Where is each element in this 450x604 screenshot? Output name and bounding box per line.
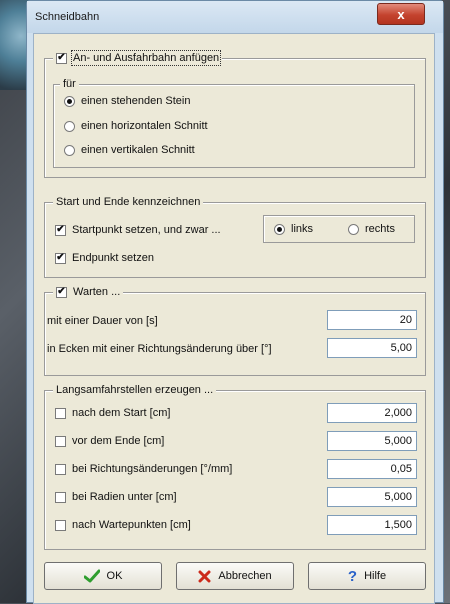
direction-radio-group: links rechts — [263, 215, 415, 243]
slow-radius-checkbox-box[interactable] — [55, 491, 66, 503]
slow-start-input[interactable]: 2,000 — [327, 403, 417, 423]
group-start-end: Start und Ende kennzeichnen ✔ Startpunkt… — [44, 196, 426, 278]
startpoint-checkbox[interactable]: ✔ Startpunkt setzen, und zwar ... — [55, 224, 221, 236]
checkmark-icon — [83, 569, 100, 583]
radio-rechts-indicator[interactable] — [348, 223, 359, 235]
wait-checkbox-label: Warten ... — [73, 286, 121, 298]
radio-horizontal-cut-indicator[interactable] — [64, 120, 75, 132]
approach-checkbox[interactable]: ✔ An- und Ausfahrbahn anfügen — [53, 50, 223, 66]
slow-label: Langsamfahrstellen erzeugen ... — [56, 384, 214, 396]
radio-standing-stone-label: einen stehenden Stein — [81, 95, 191, 107]
corner-label: in Ecken mit einer Richtungsänderung übe… — [47, 343, 272, 355]
question-mark-icon: ? — [347, 567, 358, 585]
radio-links-label: links — [291, 223, 314, 235]
help-button[interactable]: ? Hilfe — [308, 562, 426, 590]
duration-label: mit einer Dauer von [s] — [47, 315, 158, 327]
slow-legend: Langsamfahrstellen erzeugen ... — [53, 384, 217, 396]
start-end-legend: Start und Ende kennzeichnen — [53, 196, 204, 208]
radio-rechts-label: rechts — [365, 223, 395, 235]
radio-links-indicator[interactable] — [274, 223, 285, 235]
approach-checkbox-label: An- und Ausfahrbahn anfügen — [70, 50, 222, 66]
window-title: Schneidbahn — [35, 11, 100, 23]
cancel-button[interactable]: Abbrechen — [176, 562, 294, 590]
slow-start-checkbox[interactable]: nach dem Start [cm] — [55, 407, 170, 419]
duration-input[interactable]: 20 — [327, 310, 417, 330]
slow-wait-checkbox[interactable]: nach Wartepunkten [cm] — [55, 519, 191, 531]
help-button-label: Hilfe — [364, 570, 387, 582]
start-end-label: Start und Ende kennzeichnen — [56, 196, 201, 208]
corner-input[interactable]: 5,00 — [327, 338, 417, 358]
group-slow: Langsamfahrstellen erzeugen ... nach dem… — [44, 384, 426, 550]
radio-links[interactable]: links — [274, 223, 313, 235]
ok-button-label: OK — [106, 570, 123, 582]
slow-start-label: nach dem Start [cm] — [72, 407, 171, 419]
slow-radius-label: bei Radien unter [cm] — [72, 491, 177, 503]
slow-end-checkbox-box[interactable] — [55, 435, 66, 447]
radio-vertical-cut-indicator[interactable] — [64, 144, 75, 156]
corner-row: in Ecken mit einer Richtungsänderung übe… — [47, 343, 272, 355]
slow-wait-label: nach Wartepunkten [cm] — [72, 519, 191, 531]
title-bar[interactable]: Schneidbahn x — [27, 1, 443, 33]
slow-end-input[interactable]: 5,000 — [327, 431, 417, 451]
for-label-wrap: für — [60, 78, 79, 90]
close-icon: x — [397, 6, 405, 22]
dialog-body: ✔ An- und Ausfahrbahn anfügen für einen … — [33, 33, 435, 604]
ok-button[interactable]: OK — [44, 562, 162, 590]
radio-horizontal-cut-label: einen horizontalen Schnitt — [81, 120, 208, 132]
schneidbahn-dialog: Schneidbahn x ✔ An- und Ausfahrbahn anfü… — [26, 0, 444, 604]
slow-direction-input[interactable]: 0,05 — [327, 459, 417, 479]
slow-end-checkbox[interactable]: vor dem Ende [cm] — [55, 435, 164, 447]
group-wait: ✔ Warten ... mit einer Dauer von [s] 20 … — [44, 286, 426, 376]
radio-rechts[interactable]: rechts — [348, 223, 395, 235]
endpoint-checkbox-box[interactable]: ✔ — [55, 252, 66, 264]
slow-wait-input[interactable]: 1,500 — [327, 515, 417, 535]
radio-standing-stone-indicator[interactable] — [64, 95, 75, 107]
duration-row: mit einer Dauer von [s] — [47, 315, 158, 327]
approach-checkbox-box[interactable]: ✔ — [56, 52, 67, 64]
cancel-button-label: Abbrechen — [218, 570, 272, 582]
group-approach: ✔ An- und Ausfahrbahn anfügen für einen … — [44, 50, 426, 178]
endpoint-checkbox[interactable]: ✔ Endpunkt setzen — [55, 252, 154, 264]
slow-direction-label: bei Richtungsänderungen [°/mm] — [72, 463, 233, 475]
close-button[interactable]: x — [377, 3, 425, 25]
group-approach-for: für einen stehenden Stein einen horizont… — [53, 78, 415, 168]
for-label: für — [63, 78, 76, 90]
startpoint-checkbox-box[interactable]: ✔ — [55, 224, 66, 236]
slow-direction-checkbox[interactable]: bei Richtungsänderungen [°/mm] — [55, 463, 232, 475]
radio-vertical-cut[interactable]: einen vertikalen Schnitt — [64, 144, 195, 156]
slow-wait-checkbox-box[interactable] — [55, 519, 66, 531]
slow-radius-input[interactable]: 5,000 — [327, 487, 417, 507]
wait-checkbox[interactable]: ✔ Warten ... — [53, 286, 124, 298]
slow-radius-checkbox[interactable]: bei Radien unter [cm] — [55, 491, 177, 503]
startpoint-label: Startpunkt setzen, und zwar ... — [72, 224, 221, 236]
cross-icon — [198, 570, 211, 583]
radio-standing-stone[interactable]: einen stehenden Stein — [64, 95, 190, 107]
slow-end-label: vor dem Ende [cm] — [72, 435, 165, 447]
wait-checkbox-box[interactable]: ✔ — [56, 286, 67, 298]
endpoint-label: Endpunkt setzen — [72, 252, 154, 264]
radio-vertical-cut-label: einen vertikalen Schnitt — [81, 144, 195, 156]
slow-start-checkbox-box[interactable] — [55, 407, 66, 419]
slow-direction-checkbox-box[interactable] — [55, 463, 66, 475]
radio-horizontal-cut[interactable]: einen horizontalen Schnitt — [64, 120, 208, 132]
